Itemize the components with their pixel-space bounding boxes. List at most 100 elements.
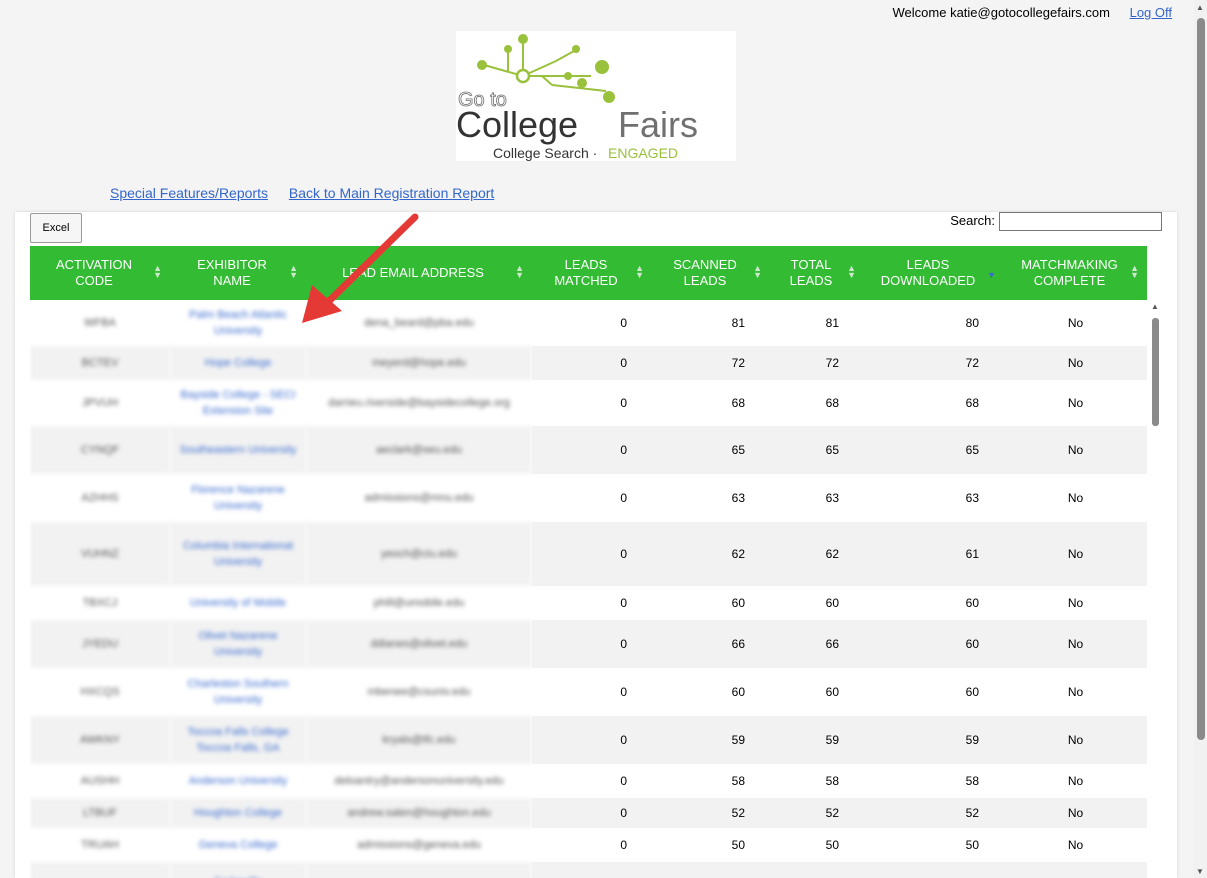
cell-matchmaking-complete (1004, 862, 1147, 878)
column-header[interactable]: LEADS MATCHED ▲ ▼ (532, 246, 652, 300)
cell-activation-code: AZHHS (81, 492, 119, 504)
cell-exhibitor-name[interactable]: Houghton College (170, 798, 306, 828)
cell-matchmaking-complete: No (1067, 596, 1084, 610)
cell-exhibitor-name[interactable]: Olivet Nazarene University (170, 620, 306, 668)
table-row: Cedarville (30, 862, 1147, 878)
cell-lead-email: ddianes@olivet.edu (306, 620, 532, 668)
cell-exhibitor-name[interactable]: Southeastern University (170, 426, 306, 474)
column-header-label: DOWNLOADED (880, 273, 976, 288)
column-header[interactable]: MATCHMAKING COMPLETE ▲ ▼ (1004, 246, 1147, 300)
cell-leads-matched: 0 (620, 838, 627, 852)
table-row: LTBUF Houghton College andrew.salen@hought… (30, 798, 1147, 828)
logoff-link[interactable]: Log Off (1130, 5, 1172, 20)
cell-total-leads: 63 (825, 491, 839, 505)
cell-matchmaking-complete: No (1067, 316, 1084, 330)
logo-college-text: College (456, 104, 578, 145)
column-header[interactable]: LEADS DOWNLOADED ▼ (864, 246, 1004, 300)
cell-exhibitor-name[interactable]: Hope College (170, 346, 306, 380)
cell-exhibitor-name[interactable]: Toccoa Falls College Toccoa Falls, GA (170, 716, 306, 764)
cell-scanned-leads: 72 (652, 346, 770, 380)
cell-matchmaking-complete: No (1067, 491, 1084, 505)
search-input[interactable] (999, 212, 1162, 231)
logo-graphic: Go to College Fairs College Search · ENG… (456, 34, 698, 161)
cell-exhibitor-name[interactable]: Geneva College (170, 828, 306, 862)
column-header-label: NAME (213, 273, 251, 288)
cell-activation-code: JPVUH (81, 397, 119, 409)
cell-leads-matched (532, 862, 652, 878)
cell-total-leads: 66 (770, 620, 864, 668)
cell-leads-downloaded: 63 (965, 491, 979, 505)
page-scroll-down-icon[interactable]: ▼ (1196, 867, 1204, 876)
table-scrollbar[interactable]: ▲ (1148, 302, 1162, 878)
cell-exhibitor-name[interactable]: Palm Beach Atlantic University (170, 300, 306, 346)
column-header-label: LEADS (683, 273, 727, 288)
search-label: Search: (950, 212, 995, 228)
table-body: WFBA Palm Beach Atlantic University dena_b… (30, 300, 1147, 878)
cell-total-leads: 68 (825, 396, 839, 410)
column-header[interactable]: ACTIVATION CODE ▲ ▼ (30, 246, 170, 300)
cell-lead-email: yeoch@ciu.edu (306, 522, 532, 586)
cell-activation-code (30, 862, 170, 878)
cell-total-leads: 72 (770, 346, 864, 380)
page-scrollbar[interactable]: ▲ ▼ (1194, 0, 1207, 878)
cell-leads-matched: 0 (620, 316, 627, 330)
table-row: WFBA Palm Beach Atlantic University dena_b… (30, 300, 1147, 346)
table-scroll-thumb[interactable] (1152, 318, 1159, 426)
table-row: AWKNY Toccoa Falls College Toccoa Falls, … (30, 716, 1147, 764)
cell-exhibitor-name[interactable]: Anderson University (170, 764, 306, 798)
cell-total-leads: 50 (825, 838, 839, 852)
cell-lead-email: phill@umobile.edu (373, 597, 465, 609)
cell-exhibitor-name[interactable]: Florence Nazarene University (170, 474, 306, 522)
cell-leads-downloaded: 72 (864, 346, 1004, 380)
cell-exhibitor-name[interactable]: Columbia International University (170, 522, 306, 586)
page-scroll-up-icon[interactable]: ▲ (1196, 3, 1204, 12)
cell-matchmaking-complete: No (1004, 798, 1147, 828)
cell-exhibitor-name[interactable]: Cedarville (170, 862, 306, 878)
column-header[interactable]: SCANNED LEADS ▲ ▼ (652, 246, 770, 300)
table-row: TRUAH Geneva College admissions@geneva.edu… (30, 828, 1147, 862)
cell-activation-code: WFBA (84, 317, 116, 329)
cell-leads-matched: 0 (620, 774, 627, 788)
cell-leads-downloaded: 52 (864, 798, 1004, 828)
cell-matchmaking-complete: No (1067, 396, 1084, 410)
cell-exhibitor-name[interactable]: Charleston Southern University (170, 668, 306, 716)
cell-exhibitor-name[interactable]: University of Mobile (170, 586, 306, 620)
sort-icon: ▲ ▼ (847, 263, 856, 280)
table-row: HXCQS Charleston Southern University mbene… (30, 668, 1147, 716)
column-header-label: MATCHMAKING (1021, 257, 1118, 272)
cell-exhibitor-name[interactable]: Bayside College - SECI Extension Site (170, 380, 306, 426)
cell-matchmaking-complete: No (1067, 685, 1084, 699)
cell-leads-downloaded: 65 (864, 426, 1004, 474)
cell-scanned-leads: 60 (731, 596, 745, 610)
cell-lead-email: kryals@tfc.edu (306, 716, 532, 764)
cell-scanned-leads: 58 (731, 774, 745, 788)
column-header[interactable]: LEAD EMAIL ADDRESS ▲ ▼ (306, 246, 532, 300)
cell-lead-email (306, 862, 532, 878)
cell-activation-code: CYNQF (30, 426, 170, 474)
cell-leads-matched: 0 (532, 346, 652, 380)
scroll-up-arrow-icon[interactable]: ▲ (1151, 302, 1159, 311)
back-main-report-link[interactable]: Back to Main Registration Report (289, 185, 494, 201)
table-header-row: ACTIVATION CODE ▲ ▼ EXHIBITOR NAME ▲ ▼ LEAD EMAI… (30, 246, 1147, 300)
cell-scanned-leads: 65 (652, 426, 770, 474)
column-header[interactable]: EXHIBITOR NAME ▲ ▼ (170, 246, 306, 300)
column-header[interactable]: TOTAL LEADS ▲ ▼ (770, 246, 864, 300)
column-header-label: COMPLETE (1033, 273, 1106, 288)
cell-scanned-leads: 63 (731, 491, 745, 505)
excel-export-button[interactable]: Excel (30, 213, 82, 243)
cell-activation-code: BCTEV (30, 346, 170, 380)
cell-lead-email: admissions@geneva.edu (357, 839, 481, 851)
cell-lead-email: meyerd@hope.edu (306, 346, 532, 380)
cell-activation-code: AUSHH (80, 775, 120, 787)
table-row: TBXCJ University of Mobile phill@umobile.e… (30, 586, 1147, 620)
cell-scanned-leads: 66 (652, 620, 770, 668)
column-header-label: LEAD EMAIL ADDRESS (342, 265, 484, 280)
cell-scanned-leads: 60 (731, 685, 745, 699)
column-header-label: MATCHED (554, 273, 618, 288)
page-scroll-thumb[interactable] (1197, 18, 1205, 740)
column-header-label: TOTAL (790, 257, 832, 272)
special-features-link[interactable]: Special Features/Reports (110, 185, 268, 201)
sort-icon: ▲ ▼ (753, 263, 762, 280)
cell-leads-downloaded: 58 (965, 774, 979, 788)
gotocollegefairs-logo: Go to College Fairs College Search · ENG… (456, 31, 736, 161)
